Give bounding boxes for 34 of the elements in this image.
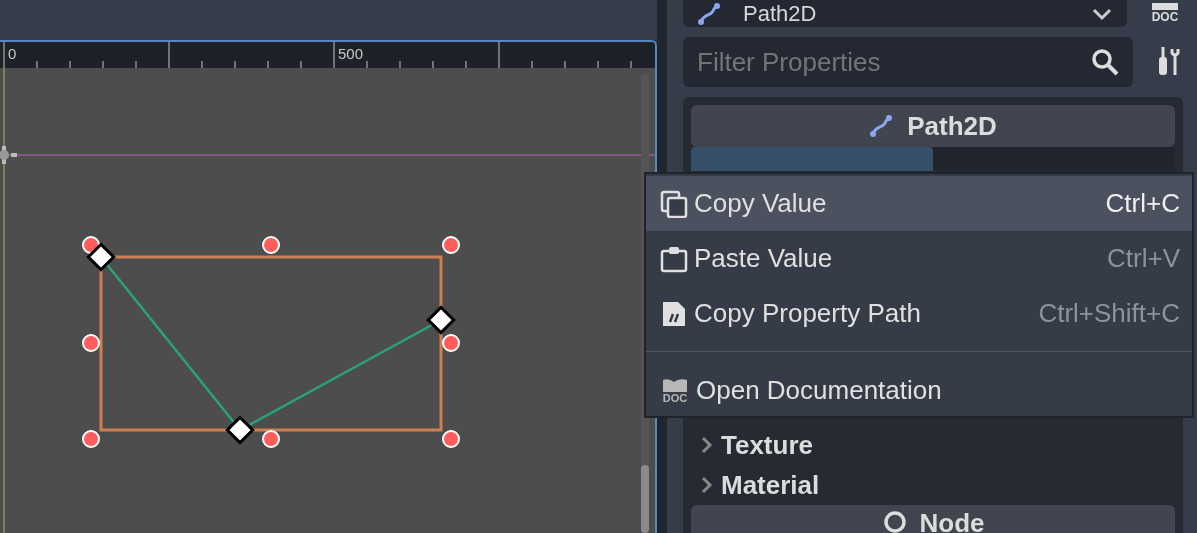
node-selector[interactable]: Path2D: [683, 0, 1127, 27]
resize-handle[interactable]: [442, 236, 460, 254]
menu-item[interactable]: DOC Open Documentation: [646, 363, 1192, 418]
resize-handle[interactable]: [262, 236, 280, 254]
class-header[interactable]: Path2D: [691, 105, 1175, 147]
doc-icon: DOC: [660, 377, 690, 404]
resize-handle[interactable]: [262, 430, 280, 448]
class-header[interactable]: Node: [691, 505, 1175, 533]
circle-icon: [881, 509, 908, 533]
scrollbar-thumb[interactable]: [641, 465, 649, 533]
ruler-label: 0: [8, 45, 17, 62]
resize-handle[interactable]: [442, 430, 460, 448]
search-icon: [1091, 48, 1119, 76]
section-header[interactable]: Material: [691, 465, 1175, 505]
resize-handle[interactable]: [82, 430, 100, 448]
chevron-right-icon: [699, 436, 713, 454]
section-header[interactable]: Texture: [691, 425, 1175, 465]
resize-handle[interactable]: [82, 236, 100, 254]
document-icon: [660, 299, 688, 328]
chevron-right-icon: [699, 476, 713, 494]
filter-field[interactable]: Filter Properties: [683, 37, 1133, 87]
menu-item[interactable]: Copy Property Path Ctrl+Shift+C: [646, 286, 1192, 341]
resize-handle[interactable]: [82, 334, 100, 352]
menu-item[interactable]: Copy Value Ctrl+C: [646, 176, 1192, 231]
origin-icon: [0, 146, 17, 164]
clipboard-icon: [660, 244, 688, 273]
menu-item[interactable]: Paste Value Ctrl+V: [646, 231, 1192, 286]
doc-button[interactable]: DOC: [1147, 3, 1183, 24]
chevron-down-icon: [1091, 6, 1113, 21]
resize-handle[interactable]: [442, 334, 460, 352]
copy-icon: [660, 189, 688, 218]
path-point[interactable]: [86, 242, 116, 272]
ruler-label: 500: [338, 45, 364, 62]
path-icon: [697, 1, 723, 26]
